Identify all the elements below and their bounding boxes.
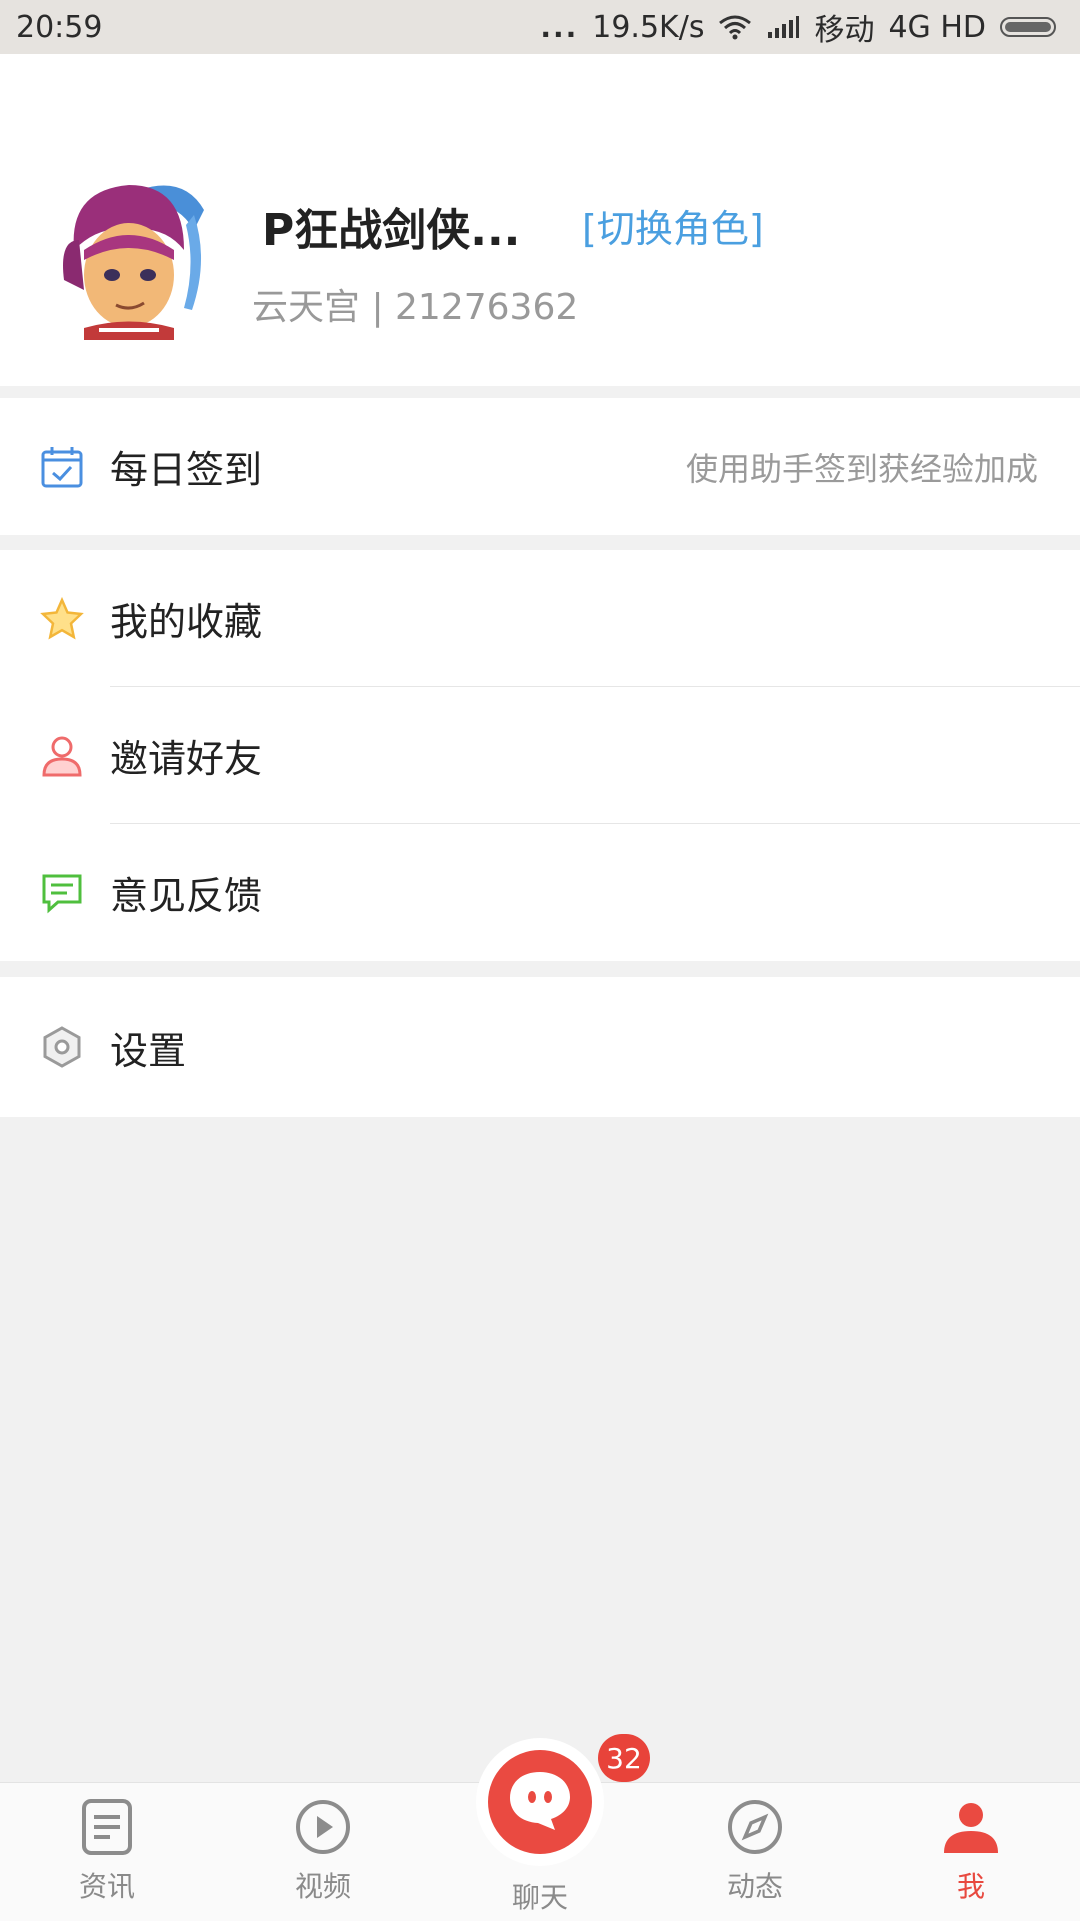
menu-label-settings: 设置 (110, 1028, 187, 1073)
nav-label-chat: 聊天 (511, 1881, 568, 1914)
menu-label-favorites: 我的收藏 (110, 600, 263, 644)
chat-bubble-icon (40, 871, 84, 915)
network-type: 4G HD (888, 9, 986, 45)
battery-icon (1000, 14, 1060, 40)
menu-label-invite: 邀请好友 (110, 737, 263, 781)
nav-label-moments: 动态 (726, 1870, 783, 1903)
play-circle-icon (293, 1797, 353, 1857)
menu-label-checkin: 每日签到 (110, 448, 263, 492)
nav-label-me: 我 (956, 1870, 985, 1903)
status-bar: 20:59 ... 19.5K/s 移动 4G HD (0, 0, 1080, 54)
chat-unread-badge: 32 (598, 1734, 650, 1782)
more-dots-icon: ... (540, 10, 579, 44)
chat-bubble-face-icon (505, 1768, 575, 1836)
menu-item-feedback[interactable]: 意见反馈 (0, 824, 1080, 961)
nav-tab-moments[interactable]: 动态 (680, 1783, 830, 1921)
net-speed: 19.5K/s (592, 9, 705, 45)
document-icon (77, 1797, 137, 1857)
nav-tab-video[interactable]: 视频 (248, 1783, 398, 1921)
status-right: ... 19.5K/s 移动 4G HD (540, 5, 1060, 49)
carrier-label: 移动 (814, 13, 875, 48)
server-info: 云天宫 | 21276362 (252, 287, 579, 328)
signal-icon (766, 14, 800, 40)
menu-item-invite[interactable]: 邀请好友 (0, 687, 1080, 824)
menu-item-settings[interactable]: 设置 (0, 977, 1080, 1117)
star-icon (40, 596, 84, 641)
wifi-icon (718, 13, 752, 41)
chat-fab-inner (488, 1750, 592, 1854)
person-icon (941, 1797, 1001, 1857)
nickname: P狂战剑侠... (262, 205, 521, 256)
calendar-check-icon (40, 445, 84, 489)
nav-label-video: 视频 (294, 1870, 351, 1903)
nav-tab-me[interactable]: 我 (896, 1783, 1046, 1921)
nav-label-news: 资讯 (78, 1870, 135, 1903)
profile-header: P狂战剑侠... [切换角色] 云天宫 | 21276362 (0, 54, 1080, 386)
status-time: 20:59 (16, 9, 103, 45)
hexagon-gear-icon (40, 1025, 84, 1069)
menu-label-feedback: 意见反馈 (110, 874, 263, 918)
user-icon (40, 734, 84, 778)
main-menu-group: 我的收藏 邀请好友 意见反馈 (0, 550, 1080, 961)
settings-group: 设置 (0, 977, 1080, 1117)
compass-icon (725, 1797, 785, 1857)
menu-item-favorites[interactable]: 我的收藏 (0, 550, 1080, 687)
switch-role-link[interactable]: [切换角色] (582, 198, 764, 253)
avatar[interactable] (44, 170, 214, 340)
chat-fab-button[interactable] (476, 1738, 604, 1866)
menu-item-checkin[interactable]: 每日签到 使用助手签到获经验加成 (0, 398, 1080, 535)
checkin-hint: 使用助手签到获经验加成 (685, 449, 1038, 488)
nav-tab-news[interactable]: 资讯 (32, 1783, 182, 1921)
checkin-group: 每日签到 使用助手签到获经验加成 (0, 398, 1080, 535)
